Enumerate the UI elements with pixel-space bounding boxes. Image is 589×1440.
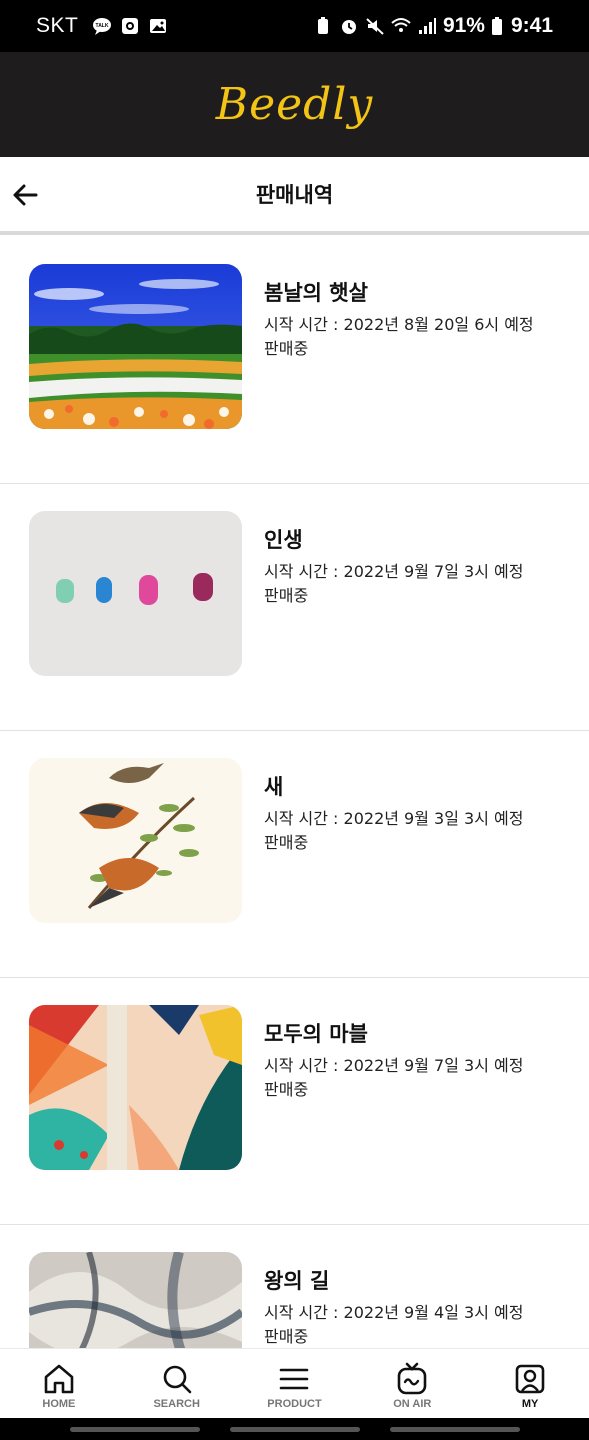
nav-home-label: HOME [42, 1397, 76, 1410]
sale-info: 새 시작 시간 : 2022년 9월 3일 3시 예정 판매중 [264, 771, 579, 855]
sale-start-time: 시작 시간 : 2022년 9월 7일 3시 예정 [264, 1056, 524, 1075]
signal-icon [418, 18, 436, 34]
sale-name: 봄날의 햇살 [264, 281, 368, 305]
gesture-bar [0, 1418, 589, 1440]
list-item[interactable]: 모두의 마블 시작 시간 : 2022년 9월 7일 3시 예정 판매중 [0, 978, 589, 1225]
nav-search-label: SEARCH [153, 1397, 200, 1410]
paint-strokes-thumbnail[interactable] [29, 511, 242, 676]
sale-info: 인생 시작 시간 : 2022년 9월 7일 3시 예정 판매중 [264, 524, 579, 608]
birds-illustration-thumbnail[interactable] [29, 758, 242, 923]
clock: 9:41 [510, 14, 553, 37]
sale-start-time: 시작 시간 : 2022년 8월 20일 6시 예정 [264, 315, 534, 334]
search-icon [163, 1365, 191, 1393]
sale-status: 판매중 [264, 1080, 309, 1099]
nav-product-label: PRODUCT [267, 1397, 322, 1410]
gesture-handle [389, 1426, 520, 1432]
sale-info: 왕의 길 시작 시간 : 2022년 9월 4일 3시 예정 판매중 [264, 1265, 579, 1349]
svg-text:TALK: TALK [96, 23, 109, 29]
gesture-handle [229, 1426, 360, 1432]
battery-icon [491, 17, 502, 35]
sale-info: 모두의 마블 시작 시간 : 2022년 9월 7일 3시 예정 판매중 [264, 1018, 579, 1102]
nav-my[interactable]: MY [471, 1349, 589, 1418]
sale-status: 판매중 [264, 339, 309, 358]
abstract-mural-thumbnail[interactable] [29, 1005, 242, 1170]
sale-name: 모두의 마블 [264, 1022, 368, 1046]
tv-icon [397, 1362, 427, 1394]
sale-info: 봄날의 햇살 시작 시간 : 2022년 8월 20일 6시 예정 판매중 [264, 277, 579, 361]
sale-status: 판매중 [264, 586, 309, 605]
menu-icon [280, 1368, 309, 1389]
wifi-icon [391, 18, 411, 32]
sale-name: 왕의 길 [264, 1269, 330, 1293]
battery-percent: 91% [442, 14, 485, 37]
screen: SKT TALK 91% 9:41 Beedly 판매내역 봄날의 햇살 시작 … [0, 0, 589, 1440]
nav-on-air[interactable]: ON AIR [353, 1349, 471, 1418]
profile-icon [515, 1364, 545, 1393]
list-item[interactable]: 봄날의 햇살 시작 시간 : 2022년 8월 20일 6시 예정 판매중 [0, 237, 589, 484]
mute-icon [366, 18, 384, 35]
sale-status: 판매중 [264, 833, 309, 852]
gesture-handle [69, 1426, 200, 1432]
notification-icons: TALK [92, 16, 168, 36]
camera-icon [122, 18, 139, 34]
home-icon [44, 1364, 74, 1393]
list-item[interactable]: 인생 시작 시간 : 2022년 9월 7일 3시 예정 판매중 [0, 484, 589, 731]
app-logo[interactable]: Beedly [216, 79, 374, 130]
battery-saver-icon [317, 17, 328, 34]
sales-list: 봄날의 햇살 시작 시간 : 2022년 8월 20일 6시 예정 판매중 인생… [0, 237, 589, 1440]
page-title: 판매내역 [255, 183, 334, 207]
chat-bubble-icon: TALK [93, 18, 112, 35]
sale-start-time: 시작 시간 : 2022년 9월 4일 3시 예정 [264, 1303, 524, 1322]
status-right: 91% 9:41 [313, 14, 553, 38]
sale-start-time: 시작 시간 : 2022년 9월 7일 3시 예정 [264, 562, 524, 581]
nav-my-label: MY [521, 1397, 539, 1410]
title-bar: 판매내역 [0, 157, 589, 235]
app-header: Beedly [0, 52, 589, 157]
sale-name: 새 [264, 775, 284, 799]
sale-status: 판매중 [264, 1327, 309, 1346]
alarm-icon [341, 20, 356, 34]
image-icon [150, 19, 167, 33]
arrow-left-icon[interactable] [10, 179, 42, 211]
carrier-label: SKT [36, 14, 79, 37]
nav-search[interactable]: SEARCH [118, 1349, 236, 1418]
sale-start-time: 시작 시간 : 2022년 9월 3일 3시 예정 [264, 809, 524, 828]
flower-field-thumbnail[interactable] [29, 264, 242, 429]
list-item[interactable]: 새 시작 시간 : 2022년 9월 3일 3시 예정 판매중 [0, 731, 589, 978]
nav-home[interactable]: HOME [0, 1349, 118, 1418]
status-bar: SKT TALK 91% 9:41 [0, 0, 589, 52]
sale-name: 인생 [264, 528, 303, 552]
bottom-nav: HOME SEARCH PRODUCT ON AIR MY [0, 1348, 589, 1418]
nav-product[interactable]: PRODUCT [236, 1349, 354, 1418]
nav-on-air-label: ON AIR [393, 1397, 432, 1410]
